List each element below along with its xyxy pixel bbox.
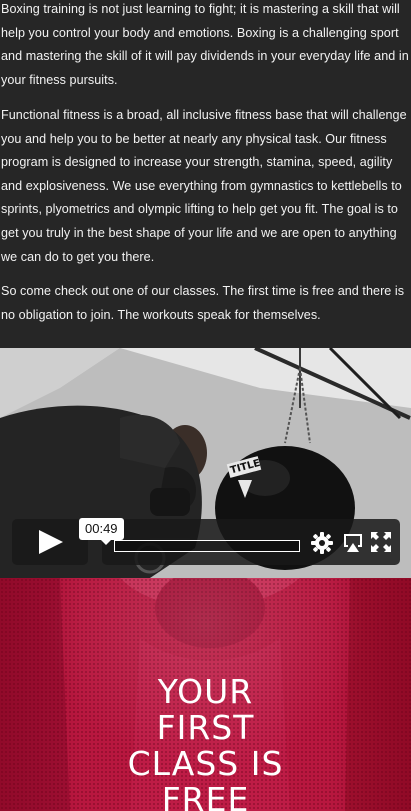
fullscreen-icon[interactable] <box>371 532 391 552</box>
paragraph-free-class: So come check out one of our classes. Th… <box>1 284 405 322</box>
promo-title-line: FIRST <box>156 708 255 747</box>
promo-title: YOUR FIRST CLASS IS FREE <box>0 674 411 811</box>
about-text-section: Boxing training is not just learning to … <box>0 0 411 348</box>
airplay-icon[interactable] <box>342 532 364 554</box>
progress-track[interactable] <box>114 540 300 552</box>
play-icon <box>39 530 63 554</box>
progress-bar-container <box>102 519 400 565</box>
settings-icon[interactable] <box>311 532 333 554</box>
free-class-banner: YOUR FIRST CLASS IS FREE <box>0 578 411 811</box>
video-controls <box>12 517 400 566</box>
time-tooltip: 00:49 <box>79 518 124 545</box>
promo-title-line: YOUR <box>157 672 254 711</box>
play-button[interactable] <box>12 519 88 565</box>
paragraph-functional-fitness: Functional fitness is a broad, all inclu… <box>1 108 407 264</box>
promo-title-line: FREE <box>161 780 250 811</box>
paragraph-boxing: Boxing training is not just learning to … <box>1 2 409 87</box>
promo-title-line: CLASS IS <box>127 744 284 783</box>
